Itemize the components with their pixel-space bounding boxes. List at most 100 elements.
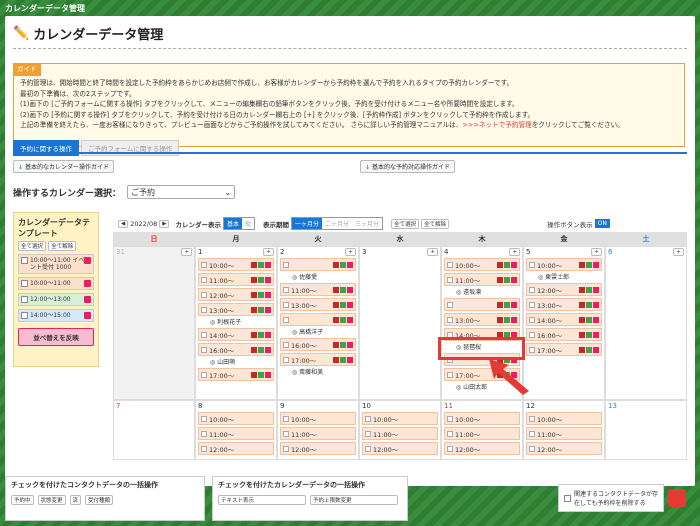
day-cell[interactable]: 3 + xyxy=(359,246,441,400)
add-slot-button[interactable]: + xyxy=(591,248,602,256)
time-slot[interactable]: 16:00〜 xyxy=(198,343,274,356)
checkbox[interactable] xyxy=(201,276,207,283)
user-icon[interactable] xyxy=(333,356,339,363)
calendar-guide-button[interactable]: ↓ 基本的なカレンダー操作ガイド xyxy=(13,160,114,173)
add-slot-button[interactable]: + xyxy=(181,248,192,256)
link-icon[interactable] xyxy=(586,286,592,293)
checkbox[interactable] xyxy=(283,356,289,363)
edit-icon[interactable] xyxy=(593,331,599,338)
edit-icon[interactable] xyxy=(84,257,91,264)
time-slot[interactable]: 13:00〜 xyxy=(526,298,602,311)
prev-month-button[interactable]: ◀ xyxy=(118,219,129,228)
time-slot[interactable]: 16:00〜 xyxy=(280,338,356,351)
time-slot[interactable]: 11:00〜 xyxy=(362,427,438,440)
kind-change-button[interactable]: 受付種類 xyxy=(85,495,114,505)
checkbox[interactable] xyxy=(283,301,289,308)
day-cell[interactable]: 2 + ◎ 佐藤愛 11:00〜 13:00〜 ◎ 高橋洋子 16:00〜 17:00〜 ◎ 斎… xyxy=(277,246,359,400)
time-slot[interactable]: 17:00〜 xyxy=(526,343,602,356)
checkbox[interactable] xyxy=(283,430,289,437)
customer-name[interactable]: ◎ 利根花子 xyxy=(198,317,274,326)
time-slot[interactable]: 11:00〜 xyxy=(280,283,356,296)
user-icon[interactable] xyxy=(333,316,339,323)
edit-icon[interactable] xyxy=(511,276,517,283)
customer-name[interactable]: ◎ 高橋洋子 xyxy=(280,327,356,336)
add-slot-button[interactable]: + xyxy=(673,248,684,256)
time-slot[interactable]: 10:00〜 xyxy=(526,258,602,271)
edit-icon[interactable] xyxy=(593,261,599,268)
link-icon[interactable] xyxy=(258,371,264,378)
day-cell[interactable]: 1 +10:00〜 11:00〜 12:00〜 13:00〜 ◎ 利根花子 14:00〜 16… xyxy=(195,246,277,400)
checkbox[interactable] xyxy=(529,301,535,308)
day-cell[interactable]: 9 10:00〜 11:00〜 12:00〜 xyxy=(277,400,359,460)
status-change-button[interactable]: 状態変更 xyxy=(37,495,66,505)
checkbox[interactable] xyxy=(21,257,28,264)
checkbox[interactable] xyxy=(447,261,453,268)
checkbox[interactable] xyxy=(447,316,453,323)
time-slot[interactable]: 16:00〜 xyxy=(526,328,602,341)
edit-icon[interactable] xyxy=(265,346,271,353)
day-cell[interactable]: 12 10:00〜 11:00〜 12:00〜 xyxy=(523,400,605,460)
checkbox[interactable] xyxy=(21,296,28,303)
link-icon[interactable] xyxy=(258,276,264,283)
checkbox[interactable] xyxy=(283,341,289,348)
manual-link[interactable]: >>>ネットで予約管理 xyxy=(462,121,531,129)
edit-icon[interactable] xyxy=(84,280,91,287)
checkbox[interactable] xyxy=(529,346,535,353)
user-icon[interactable] xyxy=(579,286,585,293)
time-slot[interactable] xyxy=(280,313,356,326)
template-item[interactable]: 14:00〜15:00 xyxy=(18,309,94,322)
time-slot[interactable]: 13:00〜 xyxy=(198,303,274,316)
time-slot[interactable]: 17:00〜 xyxy=(280,353,356,366)
reservation-guide-button[interactable]: ↓ 基本的な予約対応操作ガイド xyxy=(360,160,455,173)
checkbox[interactable] xyxy=(201,261,207,268)
edit-icon[interactable] xyxy=(347,301,353,308)
time-slot[interactable]: 10:00〜 xyxy=(526,412,602,425)
customer-name[interactable]: ◎ 斎藤和美 xyxy=(280,367,356,376)
user-icon[interactable] xyxy=(579,301,585,308)
checkbox[interactable] xyxy=(365,415,371,422)
time-slot[interactable]: 13:00〜 xyxy=(444,313,520,326)
checkbox[interactable] xyxy=(21,312,28,319)
checkbox[interactable] xyxy=(283,286,289,293)
user-icon[interactable] xyxy=(497,276,503,283)
time-slot[interactable]: 10:00〜 xyxy=(198,412,274,425)
edit-icon[interactable] xyxy=(265,306,271,313)
edit-icon[interactable] xyxy=(265,291,271,298)
user-icon[interactable] xyxy=(497,316,503,323)
time-slot[interactable]: 11:00〜 xyxy=(198,273,274,286)
customer-name[interactable]: ◎ 山田萌 xyxy=(198,357,274,366)
edit-icon[interactable] xyxy=(511,301,517,308)
link-icon[interactable] xyxy=(258,291,264,298)
template-item[interactable]: 12:00〜13:00 xyxy=(18,293,94,306)
time-slot[interactable]: 11:00〜 xyxy=(198,427,274,440)
customer-name[interactable]: ◎ 遠坂凛 xyxy=(444,287,520,296)
user-icon[interactable] xyxy=(579,331,585,338)
delete-checkbox[interactable] xyxy=(564,494,571,502)
time-slot[interactable]: 11:00〜 xyxy=(444,427,520,440)
day-cell[interactable]: 5 +10:00〜 ◎ 東雲士郎 12:00〜 13:00〜 14:00〜 16:00〜 17… xyxy=(523,246,605,400)
link-icon[interactable] xyxy=(504,316,510,323)
add-slot-button[interactable]: + xyxy=(427,248,438,256)
checkbox[interactable] xyxy=(447,445,453,452)
vertical-view-button[interactable]: 縦 xyxy=(242,218,254,229)
checkbox[interactable] xyxy=(201,306,207,313)
day-cell[interactable]: 13 xyxy=(605,400,687,460)
time-slot[interactable]: 10:00〜 xyxy=(362,412,438,425)
link-icon[interactable] xyxy=(504,301,510,308)
time-slot[interactable]: 14:00〜 xyxy=(198,328,274,341)
kind-select[interactable]: 済 xyxy=(69,495,82,505)
checkbox[interactable] xyxy=(283,261,289,268)
user-icon[interactable] xyxy=(333,301,339,308)
user-icon[interactable] xyxy=(579,261,585,268)
cal-select-all[interactable]: 全て選択 xyxy=(391,218,420,229)
checkbox[interactable] xyxy=(447,276,453,283)
time-slot[interactable]: 17:00〜 xyxy=(198,368,274,381)
edit-icon[interactable] xyxy=(347,261,353,268)
next-month-button[interactable]: ▶ xyxy=(159,219,170,228)
day-cell[interactable]: 31 + xyxy=(113,246,195,400)
user-icon[interactable] xyxy=(333,341,339,348)
checkbox[interactable] xyxy=(201,331,207,338)
time-slot[interactable]: 10:00〜 xyxy=(198,258,274,271)
time-slot[interactable]: 12:00〜 xyxy=(362,442,438,455)
checkbox[interactable] xyxy=(201,430,207,437)
